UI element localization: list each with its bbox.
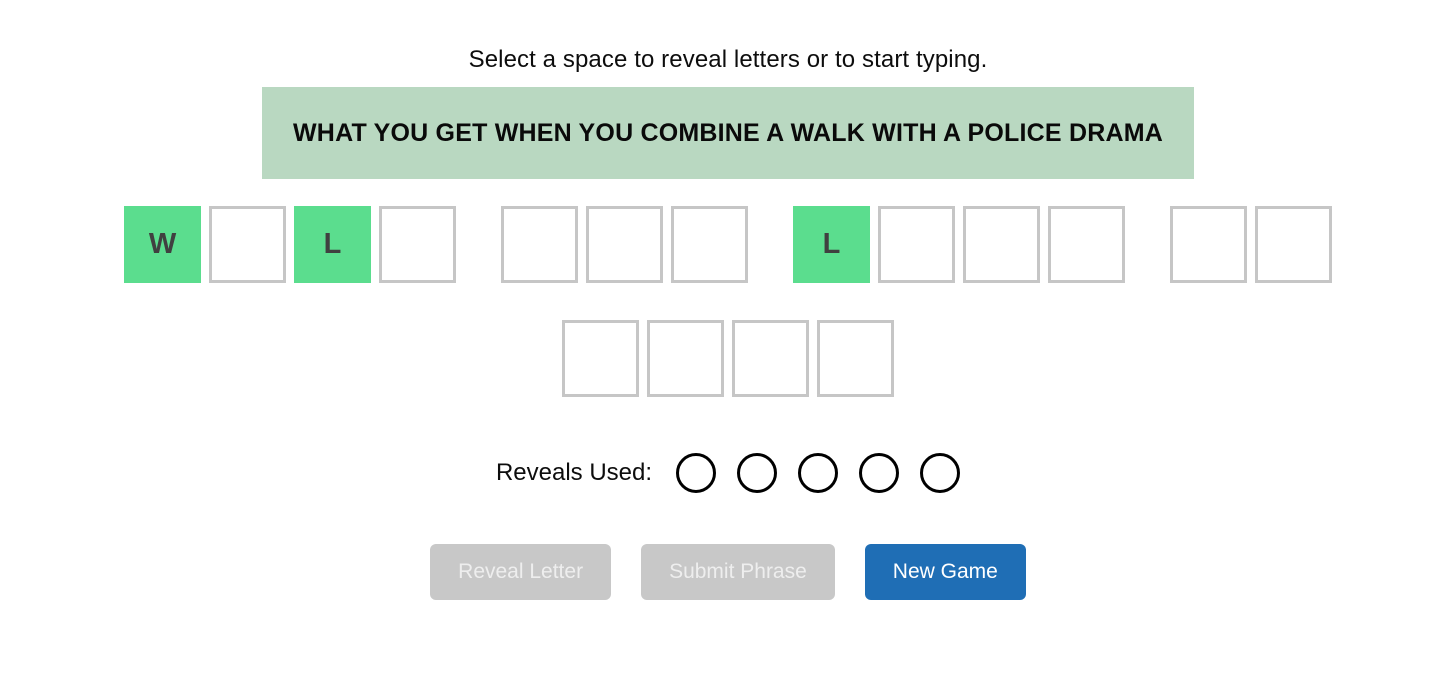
reveal-pip-empty: [676, 453, 717, 493]
letter-tile-empty[interactable]: [1170, 206, 1247, 283]
letter-tile-revealed[interactable]: W: [124, 206, 201, 283]
word-group: [1170, 206, 1332, 283]
letter-tile-empty[interactable]: [586, 206, 663, 283]
word-group: [562, 320, 894, 397]
letter-tile-empty[interactable]: [817, 320, 894, 397]
reveals-used-label: Reveals Used:: [495, 459, 653, 486]
tile-board: WLL: [0, 206, 1456, 397]
word-group: WL: [124, 206, 456, 283]
reveal-letter-button: Reveal Letter: [430, 544, 612, 600]
letter-tile-empty[interactable]: [671, 206, 748, 283]
game-screen: Select a space to reveal letters or to s…: [0, 0, 1456, 693]
letter-tile-empty[interactable]: [379, 206, 456, 283]
letter-tile-empty[interactable]: [501, 206, 578, 283]
reveal-pip-empty: [798, 453, 839, 493]
word-group: L: [793, 206, 1125, 283]
letter-tile-empty[interactable]: [732, 320, 809, 397]
action-button-row: Reveal Letter Submit Phrase New Game: [430, 544, 1026, 600]
letter-tile-empty[interactable]: [963, 206, 1040, 283]
letter-tile-empty[interactable]: [209, 206, 286, 283]
letter-tile-empty[interactable]: [878, 206, 955, 283]
reveals-used-section: Reveals Used:: [495, 453, 961, 493]
reveals-pip-strip: [676, 453, 961, 493]
reveal-pip-empty: [859, 453, 900, 493]
letter-tile-empty[interactable]: [647, 320, 724, 397]
tile-row: [562, 320, 894, 397]
letter-tile-empty[interactable]: [1255, 206, 1332, 283]
letter-tile-revealed[interactable]: L: [793, 206, 870, 283]
clue-text: WHAT YOU GET WHEN YOU COMBINE A WALK WIT…: [293, 118, 1163, 147]
letter-tile-empty[interactable]: [1048, 206, 1125, 283]
clue-banner: WHAT YOU GET WHEN YOU COMBINE A WALK WIT…: [262, 87, 1194, 179]
tile-row: WLL: [124, 206, 1332, 283]
reveal-pip-empty: [737, 453, 778, 493]
letter-tile-empty[interactable]: [562, 320, 639, 397]
instruction-text: Select a space to reveal letters or to s…: [468, 46, 988, 73]
reveal-pip-empty: [920, 453, 961, 493]
letter-tile-revealed[interactable]: L: [294, 206, 371, 283]
submit-phrase-button: Submit Phrase: [641, 544, 835, 600]
new-game-button[interactable]: New Game: [864, 544, 1026, 600]
word-group: [501, 206, 748, 283]
